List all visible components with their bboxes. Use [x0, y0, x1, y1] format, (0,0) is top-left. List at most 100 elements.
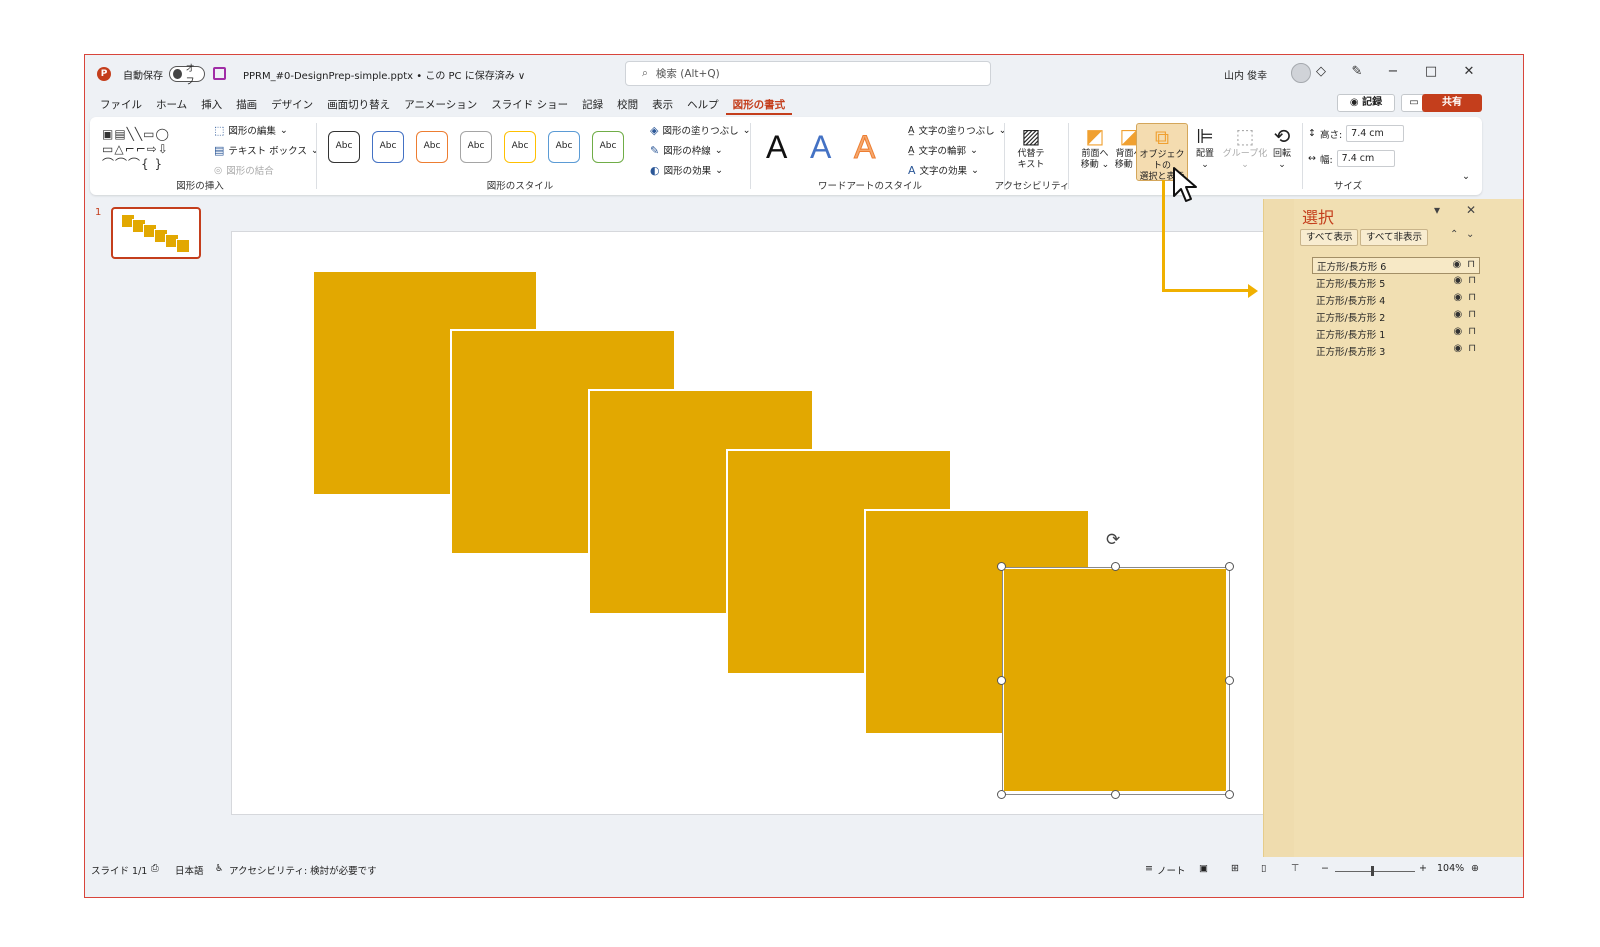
- tab-7[interactable]: スライド ショー: [484, 95, 575, 115]
- shape-style-preset[interactable]: Abc: [328, 131, 360, 163]
- tab-9[interactable]: 校閲: [610, 95, 645, 115]
- file-name[interactable]: PPRM_#0-DesignPrep-simple.pptx • この PC に…: [243, 67, 525, 82]
- fit-slide-icon[interactable]: ⊕: [1471, 863, 1479, 874]
- notes-button[interactable]: ノート: [1157, 863, 1186, 877]
- pane-close-icon[interactable]: ✕: [1466, 203, 1476, 217]
- rotate-button[interactable]: ⟲ 回転 ⌄: [1266, 123, 1298, 171]
- tab-3[interactable]: 描画: [229, 95, 264, 115]
- diamond-icon[interactable]: ◇: [1311, 64, 1331, 79]
- align-button[interactable]: ⊫ 配置 ⌄: [1190, 123, 1220, 171]
- shape-style-preset[interactable]: Abc: [592, 131, 624, 163]
- save-icon[interactable]: [213, 67, 226, 80]
- hide-all-button[interactable]: すべて非表示: [1360, 229, 1428, 246]
- resize-handle[interactable]: [1225, 562, 1234, 571]
- tab-5[interactable]: 画面切り替え: [320, 95, 397, 115]
- tab-11[interactable]: ヘルプ: [680, 95, 726, 115]
- unlock-icon[interactable]: ⊓: [1467, 259, 1475, 270]
- tab-1[interactable]: ホーム: [149, 95, 194, 115]
- height-input[interactable]: 7.4 cm: [1346, 125, 1405, 142]
- autosave[interactable]: 自動保存 オフ: [123, 64, 205, 87]
- normal-view-icon[interactable]: ▣: [1199, 863, 1208, 874]
- unlock-icon[interactable]: ⊓: [1468, 343, 1476, 354]
- accessibility-status[interactable]: アクセシビリティ: 検討が必要です: [229, 863, 377, 877]
- slide-sorter-icon[interactable]: ⊞: [1231, 863, 1239, 874]
- language-indicator[interactable]: 日本語: [175, 863, 204, 877]
- group-button[interactable]: ⬚ グループ化 ⌄: [1222, 123, 1268, 171]
- list-item[interactable]: 正方形/長方形 4 ◉ ⊓: [1312, 291, 1480, 308]
- search-input[interactable]: ⌕ 検索 (Alt+Q): [625, 61, 991, 86]
- resize-handle[interactable]: [997, 790, 1006, 799]
- reading-view-icon[interactable]: ▯: [1261, 863, 1266, 874]
- text-outline-button[interactable]: A̲ 文字の輪郭 ⌄: [908, 143, 978, 158]
- resize-handle[interactable]: [997, 676, 1006, 685]
- move-up-icon[interactable]: ⌃: [1450, 229, 1458, 240]
- shape-fill-button[interactable]: ◈ 図形の塗りつぶし ⌄: [650, 123, 751, 138]
- list-item[interactable]: 正方形/長方形 6 ◉ ⊓: [1312, 257, 1480, 274]
- rotate-handle-icon[interactable]: ⟳: [1106, 530, 1120, 550]
- merge-shapes-button[interactable]: ◎ 図形の結合: [214, 163, 274, 178]
- shape-style-preset[interactable]: Abc: [372, 131, 404, 163]
- shape-effects-button[interactable]: ◐ 図形の効果 ⌄: [650, 163, 723, 178]
- resize-handle[interactable]: [1225, 676, 1234, 685]
- list-item[interactable]: 正方形/長方形 2 ◉ ⊓: [1312, 308, 1480, 325]
- user-name[interactable]: 山内 俊幸: [1224, 67, 1267, 82]
- shape-style-preset[interactable]: Abc: [460, 131, 492, 163]
- wordart-orange[interactable]: A: [853, 127, 875, 167]
- slideshow-icon[interactable]: ⊤: [1291, 863, 1299, 874]
- text-box-button[interactable]: ▤ テキスト ボックス ⌄: [214, 143, 319, 158]
- tab-12[interactable]: 図形の書式: [725, 95, 793, 115]
- unlock-icon[interactable]: ⊓: [1468, 275, 1476, 286]
- zoom-out-icon[interactable]: −: [1321, 863, 1329, 874]
- tab-2[interactable]: 挿入: [194, 95, 229, 115]
- tab-10[interactable]: 表示: [645, 95, 680, 115]
- shape-gallery[interactable]: ▣▤╲╲▭◯ ▭△⌐⌐⇨⇩ ⌒⌒⌒{ }: [102, 127, 170, 172]
- zoom-level[interactable]: 104%: [1437, 863, 1464, 874]
- maximize-icon[interactable]: □: [1421, 64, 1441, 79]
- text-fill-button[interactable]: A̲ 文字の塗りつぶし ⌄: [908, 123, 1007, 138]
- share-button[interactable]: 共有: [1422, 94, 1482, 112]
- tab-6[interactable]: アニメーション: [397, 95, 484, 115]
- visibility-eye-icon[interactable]: ◉: [1453, 275, 1462, 286]
- zoom-slider[interactable]: [1335, 871, 1415, 872]
- zoom-slider-thumb[interactable]: [1371, 866, 1374, 876]
- resize-handle[interactable]: [1111, 790, 1120, 799]
- list-item[interactable]: 正方形/長方形 3 ◉ ⊓: [1312, 342, 1480, 359]
- visibility-eye-icon[interactable]: ◉: [1453, 309, 1462, 320]
- tab-4[interactable]: デザイン: [264, 95, 320, 115]
- wordart-blue[interactable]: A: [810, 127, 831, 167]
- shape-style-preset[interactable]: Abc: [504, 131, 536, 163]
- autosave-toggle[interactable]: オフ: [169, 64, 205, 87]
- visibility-eye-icon[interactable]: ◉: [1453, 326, 1462, 337]
- collapse-ribbon-icon[interactable]: ⌄: [1462, 171, 1470, 182]
- record-button[interactable]: ◉ 記録: [1337, 94, 1395, 112]
- unlock-icon[interactable]: ⊓: [1468, 309, 1476, 320]
- slide-canvas[interactable]: ⟳: [231, 231, 1271, 815]
- show-all-button[interactable]: すべて表示: [1300, 229, 1359, 246]
- list-item[interactable]: 正方形/長方形 5 ◉ ⊓: [1312, 274, 1480, 291]
- tab-8[interactable]: 記録: [575, 95, 610, 115]
- zoom-in-icon[interactable]: +: [1419, 863, 1427, 874]
- close-icon[interactable]: ✕: [1459, 64, 1479, 79]
- visibility-eye-icon[interactable]: ◉: [1453, 292, 1462, 303]
- text-effects-button[interactable]: A 文字の効果 ⌄: [908, 163, 979, 178]
- edit-shape-button[interactable]: ⬚ 図形の編集 ⌄: [214, 123, 288, 138]
- list-item[interactable]: 正方形/長方形 1 ◉ ⊓: [1312, 325, 1480, 342]
- alt-text-button[interactable]: ▨ 代替テ キスト: [1008, 123, 1054, 171]
- unlock-icon[interactable]: ⊓: [1468, 326, 1476, 337]
- tab-0[interactable]: ファイル: [93, 95, 149, 115]
- minimize-icon[interactable]: −: [1383, 64, 1403, 79]
- pen-icon[interactable]: ✎: [1347, 64, 1367, 79]
- avatar[interactable]: [1291, 63, 1311, 83]
- visibility-eye-icon[interactable]: ◉: [1453, 343, 1462, 354]
- shape-style-preset[interactable]: Abc: [548, 131, 580, 163]
- shape-style-preset[interactable]: Abc: [416, 131, 448, 163]
- resize-handle[interactable]: [997, 562, 1006, 571]
- spellcheck-icon[interactable]: ⎙: [151, 863, 159, 874]
- move-down-icon[interactable]: ⌄: [1466, 229, 1474, 240]
- width-input[interactable]: 7.4 cm: [1336, 150, 1395, 167]
- shape-outline-button[interactable]: ✎ 図形の枠線 ⌄: [650, 143, 723, 158]
- visibility-eye-icon[interactable]: ◉: [1452, 259, 1461, 270]
- wordart-black[interactable]: A: [766, 127, 787, 167]
- pane-options-icon[interactable]: ▾: [1434, 203, 1440, 217]
- resize-handle[interactable]: [1225, 790, 1234, 799]
